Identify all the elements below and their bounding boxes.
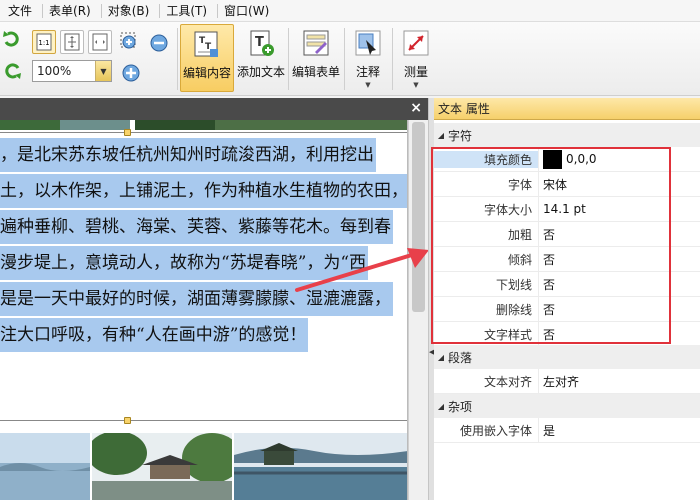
property-strikethrough[interactable]: 删除线 否 xyxy=(434,297,700,322)
red-arrow-icon xyxy=(295,248,429,292)
collapse-triangle-icon[interactable]: ◢ xyxy=(434,402,448,411)
measure-button[interactable]: 测量 ▼ xyxy=(395,24,437,92)
svg-text:1:1: 1:1 xyxy=(38,39,49,47)
actual-size-icon[interactable]: 1:1 xyxy=(32,30,56,54)
property-italic[interactable]: 倾斜 否 xyxy=(434,247,700,272)
category-character[interactable]: ◢ 字符 xyxy=(434,123,700,147)
chevron-down-icon: ▼ xyxy=(365,81,371,89)
toolbar: 1:1 100% ▼ TT 编辑内容 T 添加文本 编辑表单 注释 ▼ 测量 ▼ xyxy=(0,22,700,96)
zoom-in-icon[interactable] xyxy=(120,62,142,84)
zoom-select[interactable]: 100% ▼ xyxy=(32,60,112,82)
property-fill-color[interactable]: 填充颜色 0,0,0 xyxy=(434,147,700,172)
color-swatch[interactable] xyxy=(543,149,562,169)
rotate-clockwise-icon[interactable] xyxy=(0,28,24,52)
edit-content-icon: TT xyxy=(194,31,218,57)
image-row-bottom xyxy=(0,433,407,500)
fit-width-icon[interactable] xyxy=(88,30,112,54)
pavilion-photo xyxy=(92,433,232,500)
annotate-icon xyxy=(355,30,381,56)
menu-bar: 文件 表单(R) 对象(B) 工具(T) 窗口(W) xyxy=(0,0,700,22)
collapse-triangle-icon[interactable]: ◢ xyxy=(434,131,448,140)
image-strip-top xyxy=(0,120,407,130)
collapse-triangle-icon[interactable]: ◢ xyxy=(434,353,448,362)
property-text-align[interactable]: 文本对齐 左对齐 xyxy=(434,369,700,394)
edit-content-button[interactable]: TT 编辑内容 xyxy=(180,24,234,92)
selection-border-top xyxy=(0,132,407,133)
rotate-counterclockwise-icon[interactable] xyxy=(0,58,24,82)
chevron-down-icon[interactable]: ▼ xyxy=(95,61,111,81)
text-line: ，是北宋苏东坡任杭州知州时疏浚西湖，利用挖出 xyxy=(0,138,376,172)
text-line: 土，以木作架，上铺泥土，作为种植水生植物的农田， xyxy=(0,174,407,208)
text-line: 注大口呼吸，有种“人在画中游”的感觉！ xyxy=(0,318,309,352)
toolbar-divider xyxy=(177,28,178,90)
bridge-photo xyxy=(234,433,407,500)
marquee-zoom-icon[interactable] xyxy=(120,32,142,54)
zoom-out-icon[interactable] xyxy=(148,32,170,54)
property-embed-font[interactable]: 使用嵌入字体 是 xyxy=(434,418,700,443)
annotate-button[interactable]: 注释 ▼ xyxy=(347,24,389,92)
menu-object[interactable]: 对象(B) xyxy=(102,0,160,22)
edit-form-button[interactable]: 编辑表单 xyxy=(290,24,342,92)
category-misc[interactable]: ◢ 杂项 xyxy=(434,394,700,418)
resize-handle[interactable] xyxy=(124,417,131,424)
menu-tools[interactable]: 工具(T) xyxy=(160,0,217,22)
selection-border-bottom xyxy=(0,420,407,421)
menu-window[interactable]: 窗口(W) xyxy=(218,0,279,22)
toolbar-divider xyxy=(344,28,345,90)
document-canvas[interactable]: ，是北宋苏东坡任杭州知州时疏浚西湖，利用挖出 土，以木作架，上铺泥土，作为种植水… xyxy=(0,120,408,500)
properties-panel: ◢ 字符 填充颜色 0,0,0 字体 宋体 字体大小 14.1 pt 加粗 否 … xyxy=(434,120,700,500)
property-bold[interactable]: 加粗 否 xyxy=(434,222,700,247)
measure-icon xyxy=(403,30,429,56)
chevron-down-icon: ▼ xyxy=(413,81,419,89)
edit-form-icon xyxy=(303,30,329,56)
property-font[interactable]: 字体 宋体 xyxy=(434,172,700,197)
fit-page-icon[interactable] xyxy=(60,30,84,54)
add-text-button[interactable]: T 添加文本 xyxy=(236,24,286,92)
document-panel-header: × xyxy=(0,98,428,120)
property-text-style[interactable]: 文字样式 否 xyxy=(434,322,700,347)
zoom-value: 100% xyxy=(37,64,72,78)
property-underline[interactable]: 下划线 否 xyxy=(434,272,700,297)
lake-photo xyxy=(0,433,90,500)
menu-form[interactable]: 表单(R) xyxy=(43,0,101,22)
toolbar-divider xyxy=(288,28,289,90)
menu-file[interactable]: 文件 xyxy=(2,0,42,22)
property-font-size[interactable]: 字体大小 14.1 pt xyxy=(434,197,700,222)
close-icon[interactable]: × xyxy=(410,100,422,116)
resize-handle[interactable] xyxy=(124,129,131,136)
properties-panel-title: 文本 属性 xyxy=(434,98,700,120)
document-scrollbar[interactable] xyxy=(408,120,428,500)
add-text-icon: T xyxy=(250,30,274,56)
category-paragraph[interactable]: ◢ 段落 xyxy=(434,345,700,369)
toolbar-divider xyxy=(392,28,393,90)
text-line: 遍种垂柳、碧桃、海棠、芙蓉、紫藤等花木。每到春 xyxy=(0,210,393,244)
